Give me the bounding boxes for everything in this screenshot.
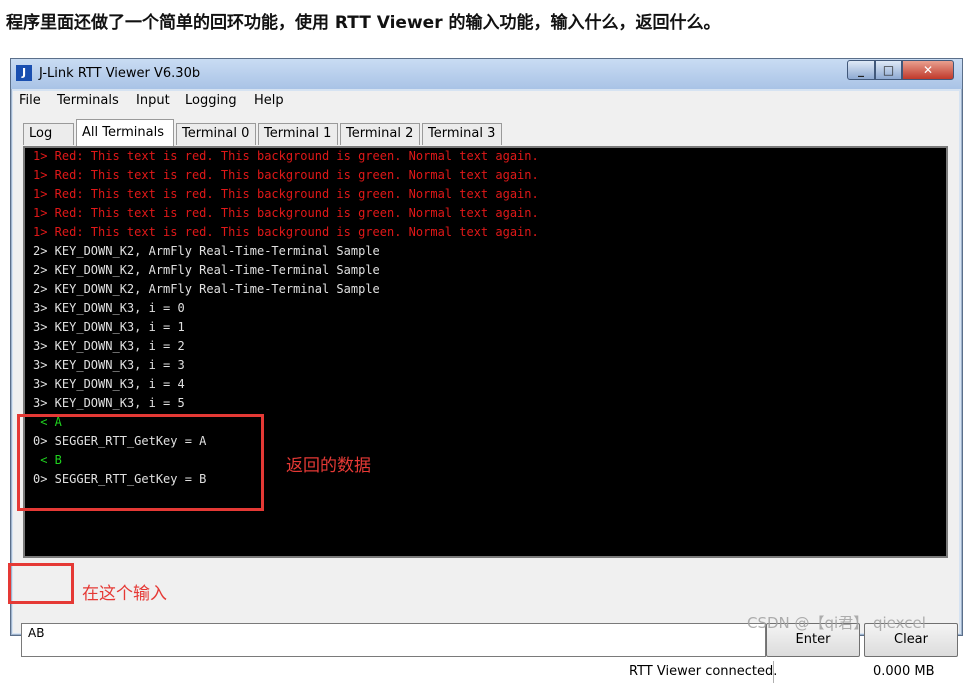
terminal-line: 1> Red: This text is red. This backgroun… [33,225,539,239]
terminal-line: 3> KEY_DOWN_K3, i = 3 [33,358,185,372]
terminal-line: 1> Red: This text is red. This backgroun… [33,206,539,220]
terminal-line: 2> KEY_DOWN_K2, ArmFly Real-Time-Termina… [33,244,380,258]
tab-terminal-0[interactable]: Terminal 0 [176,123,256,145]
input-highlight [8,563,74,604]
input-annotation: 在这个输入 [82,584,167,604]
menu-help[interactable]: Help [254,93,284,108]
connection-status: RTT Viewer connected. [629,664,778,679]
terminal-line: 1> Red: This text is red. This backgroun… [33,187,539,201]
client-area: Log All Terminals Terminal 0 Terminal 1 … [13,111,959,683]
terminal-input[interactable]: AB [21,623,766,657]
menu-logging[interactable]: Logging [185,93,237,108]
tab-terminal-1[interactable]: Terminal 1 [258,123,338,145]
jlink-icon: J [16,65,32,81]
window-title: J-Link RTT Viewer V6.30b [39,66,201,81]
terminal-line: 2> KEY_DOWN_K2, ArmFly Real-Time-Termina… [33,282,380,296]
maximize-icon: □ [882,63,895,77]
terminal-line: 1> Red: This text is red. This backgroun… [33,149,539,163]
tab-log[interactable]: Log [23,123,74,145]
rtt-viewer-window: J J-Link RTT Viewer V6.30b _ □ ✕ File Te… [10,58,963,683]
terminal-line: 3> KEY_DOWN_K3, i = 4 [33,377,185,391]
tab-terminal-3[interactable]: Terminal 3 [422,123,502,145]
title-bar: J J-Link RTT Viewer V6.30b _ □ ✕ [11,59,962,89]
close-button[interactable]: ✕ [902,60,954,80]
watermark: CSDN @【qi君】 qiexcel [747,614,926,632]
minimize-icon: _ [858,63,864,77]
terminal-line: 2> KEY_DOWN_K2, ArmFly Real-Time-Termina… [33,263,380,277]
status-divider [773,661,774,683]
terminal-line: 3> KEY_DOWN_K3, i = 0 [33,301,185,315]
menu-file[interactable]: File [19,93,41,108]
tab-all-terminals[interactable]: All Terminals [76,119,174,146]
data-size: 0.000 MB [873,664,935,679]
close-icon: ✕ [922,63,934,77]
terminal-line: 3> KEY_DOWN_K3, i = 2 [33,339,185,353]
minimize-button[interactable]: _ [847,60,875,80]
menu-bar: File Terminals Input Logging Help [13,91,959,111]
status-bar: RTT Viewer connected. 0.000 MB [13,661,959,683]
terminal-line: 1> Red: This text is red. This backgroun… [33,168,539,182]
returned-data-highlight [17,414,264,511]
tab-terminal-2[interactable]: Terminal 2 [340,123,420,145]
terminal-line: 3> KEY_DOWN_K3, i = 1 [33,320,185,334]
menu-input[interactable]: Input [136,93,170,108]
page-caption: 程序里面还做了一个简单的回环功能，使用 RTT Viewer 的输入功能，输入什… [6,13,721,33]
terminal-line: 3> KEY_DOWN_K3, i = 5 [33,396,185,410]
maximize-button[interactable]: □ [875,60,902,80]
menu-terminals[interactable]: Terminals [57,93,119,108]
returned-data-annotation: 返回的数据 [286,456,371,476]
